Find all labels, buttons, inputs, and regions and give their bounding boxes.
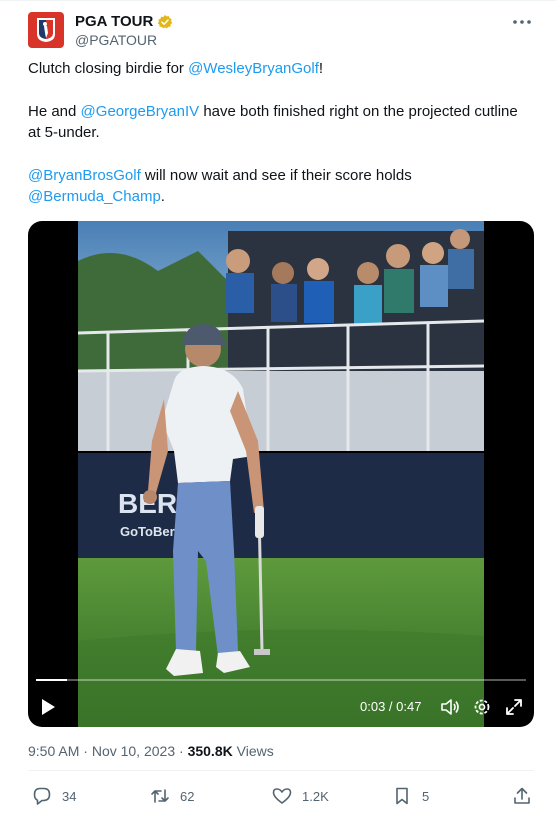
video-player[interactable]: BERM GoToBermuda 0:03 / 0:47 [28, 221, 534, 727]
tweet-text-segment: will now wait and see if their score hol… [140, 167, 412, 184]
video-frame[interactable]: BERM GoToBermuda [78, 221, 484, 727]
tweet-actions: 34 62 1.2K 5 [28, 786, 534, 810]
retweet-count: 62 [180, 788, 195, 804]
bookmark-button[interactable]: 5 [392, 786, 429, 806]
fullscreen-icon[interactable] [504, 697, 524, 717]
play-icon[interactable] [40, 698, 56, 716]
pga-tour-logo-icon [37, 18, 55, 42]
views-label: Views [232, 743, 274, 759]
reply-icon [33, 787, 51, 805]
like-button[interactable]: 1.2K [272, 786, 329, 806]
tweet-text-segment: ! [318, 60, 324, 77]
video-progress-bar[interactable] [36, 679, 526, 681]
views-count: 350.8K [187, 743, 233, 759]
mention-link[interactable]: @WesleyBryanGolf [188, 60, 319, 77]
retweet-button[interactable]: 62 [150, 786, 194, 806]
tweet-date[interactable]: Nov 10, 2023 [92, 743, 175, 759]
author-display-name[interactable]: PGA TOUR [75, 13, 153, 30]
mention-link[interactable]: @GeorgeBryanIV [81, 103, 200, 120]
share-button[interactable] [512, 786, 532, 806]
bookmark-count: 5 [422, 788, 430, 804]
mention-link[interactable]: @Bermuda_Champ [28, 188, 161, 205]
like-count: 1.2K [302, 788, 329, 804]
top-divider [0, 0, 556, 1]
tweet-meta: 9:50 AM · Nov 10, 2023 · 350.8K Views [28, 743, 274, 759]
video-progress-fill [36, 679, 68, 681]
author-handle[interactable]: @PGATOUR [75, 32, 157, 48]
tweet-text-segment: . [160, 188, 165, 205]
reply-button[interactable]: 34 [32, 786, 76, 806]
share-icon [514, 787, 530, 804]
more-options-icon[interactable] [510, 12, 534, 32]
tweet-paragraph-2: He and @GeorgeBryanIV have both finished… [28, 101, 528, 143]
author-name-row: PGA TOUR [75, 13, 173, 30]
mention-link[interactable]: @BryanBrosGolf [28, 167, 141, 184]
settings-icon[interactable] [472, 697, 492, 717]
volume-icon[interactable] [440, 697, 460, 717]
avatar[interactable] [28, 12, 64, 48]
reply-count: 34 [62, 788, 77, 804]
actions-divider [28, 770, 534, 771]
bookmark-icon [396, 787, 408, 805]
tweet-paragraph-1: Clutch closing birdie for @WesleyBryanGo… [28, 58, 528, 79]
video-time-separator: / [385, 699, 397, 714]
video-timer: 0:03 / 0:47 [360, 699, 421, 714]
tweet-text-segment: Clutch closing birdie for [28, 60, 189, 77]
tweet-text: Clutch closing birdie for @WesleyBryanGo… [28, 58, 528, 229]
video-duration: 0:47 [396, 699, 422, 714]
video-current-time: 0:03 [360, 699, 386, 714]
verified-badge-icon [158, 14, 173, 28]
heart-icon [272, 788, 292, 804]
meta-separator: · [79, 743, 92, 759]
tweet-time[interactable]: 9:50 AM [28, 743, 79, 759]
tweet-paragraph-3: @BryanBrosGolf will now wait and see if … [28, 165, 528, 207]
meta-separator: · [175, 743, 188, 759]
retweet-icon [151, 789, 169, 803]
tweet-text-segment: He and [28, 103, 81, 120]
